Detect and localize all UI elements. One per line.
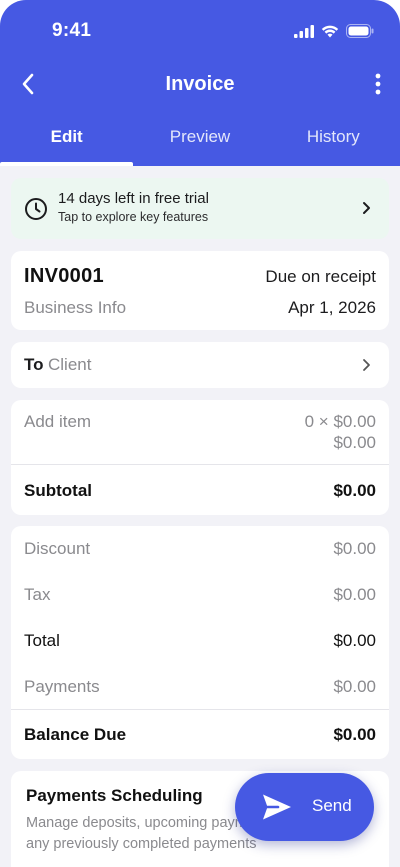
tax-value: $0.00: [333, 585, 376, 604]
chevron-right-icon: [362, 201, 371, 220]
due-terms: Due on receipt: [265, 267, 376, 286]
divider: [11, 464, 389, 465]
navigation-bar: Invoice: [0, 62, 400, 108]
tax-label: Tax: [24, 585, 51, 604]
free-trial-banner[interactable]: 14 days left in free trial Tap to explor…: [11, 178, 389, 239]
clock-icon: [24, 197, 48, 226]
discount-value: $0.00: [333, 539, 376, 558]
scheduling-title: Payments Scheduling: [26, 786, 203, 805]
subtotal-label: Subtotal: [24, 481, 92, 500]
to-label: To: [24, 355, 44, 374]
payments-label: Payments: [24, 677, 100, 696]
subtotal-value: $0.00: [333, 481, 376, 500]
tax-row[interactable]: Tax $0.00: [11, 572, 389, 618]
balance-due-label: Balance Due: [24, 725, 127, 744]
balance-due-value: $0.00: [333, 725, 376, 744]
send-label: Send: [312, 796, 352, 815]
total-label: Total: [24, 631, 60, 650]
invoice-number: INV0001: [24, 265, 104, 287]
chevron-right-icon: [362, 358, 371, 377]
battery-icon: [346, 24, 374, 43]
discount-row[interactable]: Discount $0.00: [11, 526, 389, 572]
business-info: Business Info: [24, 298, 127, 317]
status-bar: 9:41: [0, 0, 400, 60]
trial-title: 14 days left in free trial: [58, 190, 209, 207]
client-selector[interactable]: To Client: [11, 342, 389, 388]
cellular-signal-icon: [294, 24, 314, 43]
header: 9:41 Invoice Edit Preview History: [0, 0, 400, 166]
total-value: $0.00: [333, 631, 376, 650]
item-quantity-price: 0 × $0.00: [304, 412, 376, 431]
tab-edit[interactable]: Edit: [0, 116, 134, 166]
payments-value: $0.00: [333, 677, 376, 696]
more-vertical-icon: [375, 73, 381, 95]
paper-plane-icon: [262, 793, 292, 826]
item-amount: $0.00: [333, 433, 376, 452]
send-button[interactable]: Send: [235, 773, 374, 841]
discount-label: Discount: [24, 539, 91, 558]
payments-row[interactable]: Payments $0.00: [11, 664, 389, 710]
tab-preview[interactable]: Preview: [133, 116, 266, 166]
tab-history[interactable]: History: [267, 116, 400, 166]
client-placeholder: Client: [48, 355, 92, 374]
page-title: Invoice: [165, 73, 235, 95]
status-time: 9:41: [52, 20, 92, 41]
line-items-card: Add item 0 × $0.00 $0.00 Subtotal $0.00: [11, 400, 389, 515]
add-item-label: Add item: [24, 412, 92, 431]
app-screen: 9:41 Invoice Edit Preview History 14 day…: [0, 0, 400, 867]
divider: [11, 709, 389, 710]
tab-bar: Edit Preview History: [0, 116, 400, 166]
status-icons: [294, 24, 374, 43]
trial-subtitle: Tap to explore key features: [58, 210, 209, 224]
invoice-date: Apr 1, 2026: [288, 298, 376, 317]
invoice-details-card[interactable]: INV0001 Due on receipt Business Info Apr…: [11, 251, 389, 330]
add-item-row[interactable]: Add item 0 × $0.00 $0.00: [11, 400, 389, 464]
wifi-icon: [321, 25, 339, 43]
totals-card: Discount $0.00 Tax $0.00 Total $0.00 Pay…: [11, 526, 389, 759]
more-options-button[interactable]: [366, 68, 390, 100]
